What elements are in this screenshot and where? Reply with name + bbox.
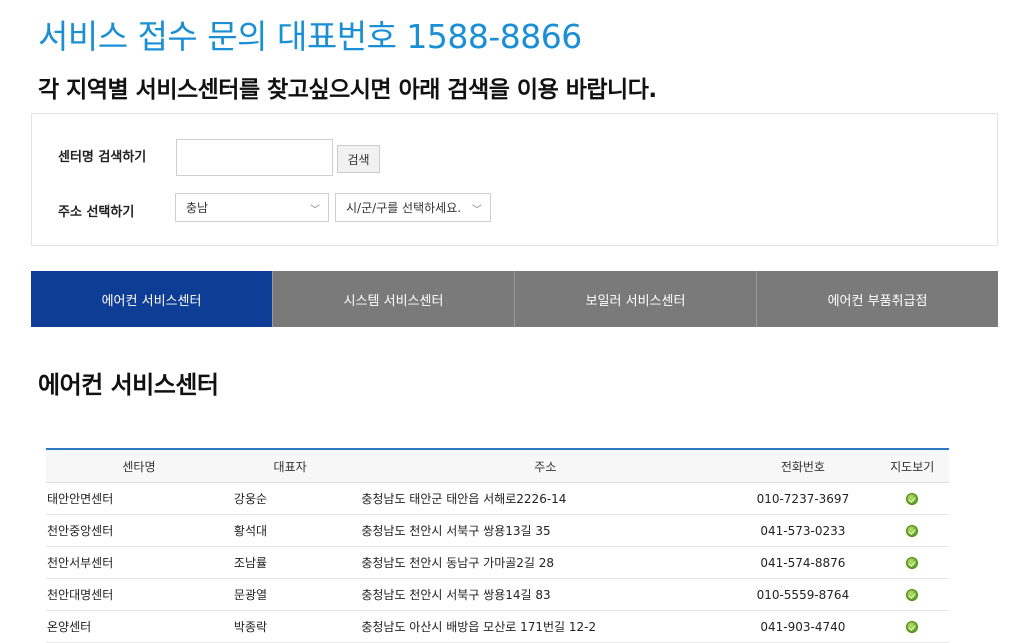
address-label: 주소 선택하기 — [58, 205, 135, 220]
city-select[interactable]: 시/군/구를 선택하세요. ﹀ — [335, 193, 491, 222]
table-row: 천안중앙센터 황석대 충청남도 천안시 서북구 쌍용13길 35 041-573… — [46, 514, 949, 547]
tab-boiler-service[interactable]: 보일러 서비스센터 — [514, 271, 756, 327]
center-rep: 박종락 — [231, 610, 348, 643]
search-instruction: 각 지역별 서비스센터를 찾고싶으시면 아래 검색을 이용 바랍니다. — [38, 77, 657, 103]
center-name: 온양센터 — [46, 610, 232, 643]
tab-system-service[interactable]: 시스템 서비스센터 — [272, 271, 514, 327]
service-center-table: 센타명 대표자 주소 전화번호 지도보기 태안안면센터 강웅순 충청남도 태안군… — [46, 448, 949, 643]
province-select-value: 충남 — [186, 201, 209, 215]
service-phone-headline: 서비스 접수 문의 대표번호 1588-8866 — [38, 17, 582, 56]
center-rep: 문광열 — [231, 578, 348, 611]
column-header-address: 주소 — [347, 449, 731, 483]
center-name: 천안중앙센터 — [46, 514, 232, 547]
map-pin-icon[interactable] — [906, 621, 919, 633]
table-row: 천안서부센터 조남률 충청남도 천안시 동남구 가마골2길 28 041-574… — [46, 546, 949, 579]
table-row: 천안대명센터 문광열 충청남도 천안시 서북구 쌍용14길 83 010-555… — [46, 578, 949, 611]
table-row: 태안안면센터 강웅순 충청남도 태안군 태안읍 서해로2226-14 010-7… — [46, 482, 949, 515]
center-phone: 041-574-8876 — [730, 546, 876, 579]
province-select[interactable]: 충남 ﹀ — [175, 193, 329, 222]
center-rep: 황석대 — [231, 514, 348, 547]
tab-aircon-parts[interactable]: 에어컨 부품취급점 — [756, 271, 998, 327]
column-header-phone: 전화번호 — [730, 449, 876, 483]
center-name: 천안대명센터 — [46, 578, 232, 611]
center-rep: 조남률 — [231, 546, 348, 579]
center-address: 충청남도 천안시 서북구 쌍용13길 35 — [347, 514, 731, 547]
city-select-value: 시/군/구를 선택하세요. — [346, 201, 462, 215]
search-panel: 센터명 검색하기 검색 주소 선택하기 충남 ﹀ 시/군/구를 선택하세요. ﹀ — [31, 113, 998, 246]
section-title: 에어컨 서비스센터 — [38, 371, 219, 399]
chevron-down-icon: ﹀ — [472, 205, 482, 216]
map-pin-icon[interactable] — [906, 589, 919, 601]
column-header-rep: 대표자 — [231, 449, 348, 483]
chevron-down-icon: ﹀ — [310, 205, 320, 216]
center-name: 천안서부센터 — [46, 546, 232, 579]
center-name: 태안안면센터 — [46, 482, 232, 515]
center-address: 충청남도 아산시 배방읍 모산로 171번길 12-2 — [347, 610, 731, 643]
table-row: 온양센터 박종락 충청남도 아산시 배방읍 모산로 171번길 12-2 041… — [46, 610, 949, 643]
search-button[interactable]: 검색 — [337, 145, 380, 173]
map-pin-icon[interactable] — [906, 557, 919, 569]
center-name-input[interactable] — [176, 139, 333, 176]
column-header-name: 센타명 — [46, 449, 232, 483]
map-pin-icon[interactable] — [906, 525, 919, 537]
center-phone: 010-5559-8764 — [730, 578, 876, 611]
center-name-label: 센터명 검색하기 — [58, 150, 147, 165]
center-phone: 041-573-0233 — [730, 514, 876, 547]
center-address: 충청남도 천안시 서북구 쌍용14길 83 — [347, 578, 731, 611]
tab-aircon-service[interactable]: 에어컨 서비스센터 — [31, 271, 272, 327]
center-address: 충청남도 태안군 태안읍 서해로2226-14 — [347, 482, 731, 515]
column-header-map: 지도보기 — [875, 449, 949, 483]
center-rep: 강웅순 — [231, 482, 348, 515]
map-pin-icon[interactable] — [906, 493, 919, 505]
center-phone: 010-7237-3697 — [730, 482, 876, 515]
category-tabs: 에어컨 서비스센터 시스템 서비스센터 보일러 서비스센터 에어컨 부품취급점 — [31, 271, 998, 327]
center-phone: 041-903-4740 — [730, 610, 876, 643]
center-address: 충청남도 천안시 동남구 가마골2길 28 — [347, 546, 731, 579]
table-header-row: 센타명 대표자 주소 전화번호 지도보기 — [46, 449, 949, 483]
